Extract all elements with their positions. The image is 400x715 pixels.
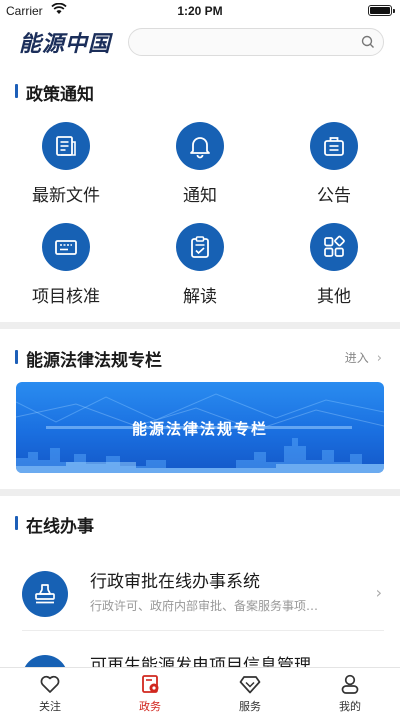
service-title: 行政审批在线办事系统 (90, 572, 260, 592)
tab-government-affairs[interactable]: 政务 (100, 668, 200, 715)
section-accent-bar (15, 516, 18, 530)
grid-label: 其他 (317, 287, 351, 307)
diamond-icon (239, 676, 261, 694)
battery-icon (368, 5, 395, 16)
apps-icon (310, 223, 358, 271)
online-section-header: 在线办事 (0, 512, 400, 537)
ticket-icon (42, 223, 90, 271)
grid-item-latest-files[interactable]: 最新文件 (6, 122, 126, 212)
policy-section-header: 政策通知 (0, 80, 400, 105)
grid-item-project-approval[interactable]: 项目核准 (6, 223, 126, 313)
service-item-admin-approval[interactable]: 行政审批在线办事系统 行政许可、政府内部审批、备案服务事项… › (0, 561, 400, 631)
section-divider (0, 322, 400, 329)
service-description: 行政许可、政府内部审批、备案服务事项… (90, 599, 319, 613)
section-divider (0, 489, 400, 496)
grid-item-others[interactable]: 其他 (274, 223, 394, 313)
tab-label: 服务 (239, 700, 261, 713)
tab-mine[interactable]: 我的 (300, 668, 400, 715)
government-affairs-icon (142, 675, 159, 693)
search-icon[interactable] (361, 35, 375, 49)
row-separator (22, 630, 384, 631)
bell-icon (176, 122, 224, 170)
heart-icon (40, 675, 60, 693)
enter-link[interactable]: 进入 › (345, 349, 382, 366)
grid-item-interpretation[interactable]: 解读 (140, 223, 260, 313)
tab-label: 我的 (339, 700, 361, 713)
section-title: 政策通知 (26, 85, 94, 105)
grid-label: 项目核准 (32, 287, 100, 307)
search-input[interactable] (128, 28, 384, 56)
law-banner[interactable]: 能源法律法规专栏 (16, 382, 384, 473)
app-logo: 能源中国 (19, 32, 112, 57)
law-section-header: 能源法律法规专栏 进入 › (0, 346, 400, 371)
document-icon (42, 122, 90, 170)
tab-follow[interactable]: 关注 (0, 668, 100, 715)
section-title: 能源法律法规专栏 (26, 351, 162, 371)
grid-item-notice[interactable]: 通知 (140, 122, 260, 212)
status-time: 1:20 PM (177, 4, 223, 18)
section-title: 在线办事 (26, 517, 94, 537)
grid-item-announcement[interactable]: 公告 (274, 122, 394, 212)
tab-services[interactable]: 服务 (200, 668, 300, 715)
chevron-right-icon: › (375, 583, 382, 602)
briefcase-icon (310, 122, 358, 170)
stamp-icon (22, 571, 68, 617)
bottom-tab-bar: 关注 政务 服务 我的 (0, 667, 400, 715)
app-header: 能源中国 (0, 22, 400, 62)
grid-label: 公告 (317, 186, 351, 206)
tab-label: 关注 (39, 700, 61, 713)
user-icon (341, 674, 359, 694)
clipboard-check-icon (176, 223, 224, 271)
grid-label: 通知 (183, 186, 217, 206)
chevron-right-icon: › (376, 351, 382, 366)
status-bar: Carrier 1:20 PM (0, 0, 400, 22)
section-accent-bar (15, 350, 18, 364)
section-accent-bar (15, 84, 18, 98)
banner-title: 能源法律法规专栏 (131, 420, 268, 438)
grid-label: 解读 (183, 287, 217, 307)
tab-label: 政务 (139, 700, 161, 713)
grid-label: 最新文件 (32, 186, 100, 206)
